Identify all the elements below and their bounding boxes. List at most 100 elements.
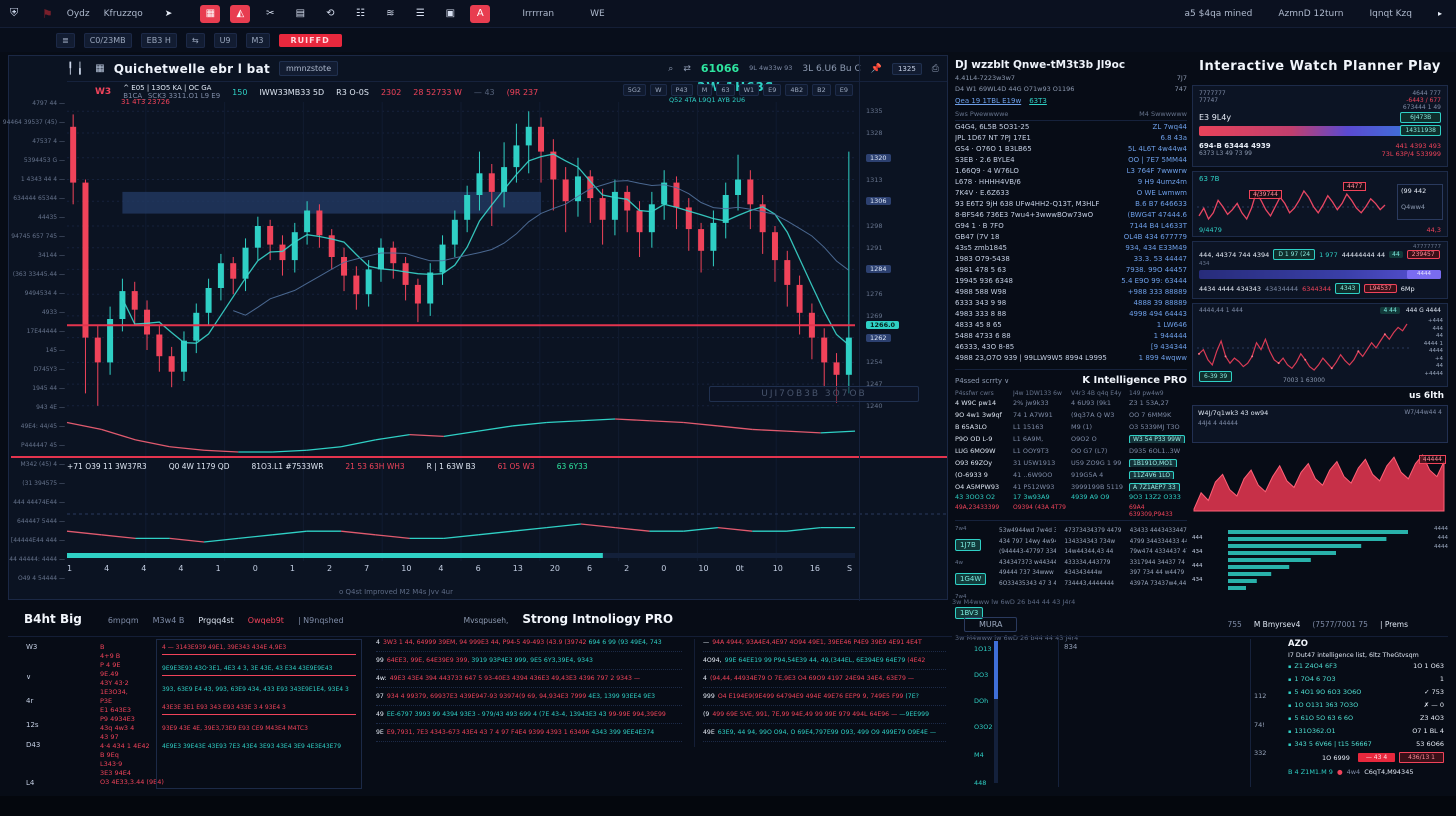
feed-row[interactable]: 9EE9,7931, 7E3 4343-673 43E4 43 7 4 97 F…: [376, 729, 682, 742]
watch-link-1[interactable]: Qea 19 1TBL E19w: [955, 97, 1021, 105]
feed-row[interactable]: 97934 4 99379, 69937E3 439E947-93 93974(…: [376, 693, 682, 706]
toolbar2-button-1[interactable]: ≣: [56, 33, 75, 48]
feed-row[interactable]: 49E63E9, 44 94, 99O O94, O 69E4,797E99 O…: [703, 729, 946, 742]
bottom-feed-box[interactable]: 4 — 3143E939 49E1, 39E343 434E 4,9E39E9E…: [156, 639, 362, 789]
toolbar2-button-2[interactable]: C0/23MB: [84, 33, 132, 48]
intel-row[interactable]: 4 W9C pw142% jw9k334 6U93 (9k1Z3 1 53A,2…: [955, 397, 1187, 409]
watch-row[interactable]: JPL 1D67 NT 7PJ 17E16.8 43a: [955, 132, 1187, 143]
person-icon[interactable]: ☷: [350, 5, 370, 23]
triangle-icon[interactable]: ▸: [1438, 9, 1442, 18]
shield-icon[interactable]: ⛨: [10, 6, 28, 22]
feed-row[interactable]: 999O4 E194E9(9E499 64794E9 494E 49E76 EE…: [703, 693, 946, 706]
chart-up-icon[interactable]: ◭: [230, 5, 250, 23]
feed-row[interactable]: 43W3 1 44, 64999 39EM, 94 999E3 44, P94-…: [376, 639, 682, 652]
timeframe-chip-5[interactable]: 63: [716, 84, 734, 96]
intel-row[interactable]: 9O 4w1 3w9qf74 1 A7W91(9q37A Q W3OO 7 6M…: [955, 409, 1187, 421]
feed-row[interactable]: 9964EE3, 99E, 64E39E9 399, 3919 93P4E3 9…: [376, 657, 682, 670]
card4-chip[interactable]: 4 44: [1380, 307, 1399, 314]
area-chart-badge[interactable]: 44444: [1419, 455, 1446, 464]
section5-info-box[interactable]: W4J/7q1wk3 43 ow94 44J4 4 44444 W7/44w44…: [1192, 405, 1448, 443]
timeframe-chip-4[interactable]: M: [697, 84, 713, 96]
scissors-icon[interactable]: ✂: [260, 5, 280, 23]
toolbar2-button-4[interactable]: ⇆: [186, 33, 205, 48]
live-badge[interactable]: 4w1G4W: [955, 560, 991, 585]
watch-link-2[interactable]: 63T3: [1029, 97, 1047, 105]
watch-row[interactable]: GB47 (7V 18OL4B 434 677779: [955, 231, 1187, 242]
watch-row[interactable]: 4981 478 5 637938. 99O 44457: [955, 264, 1187, 275]
toolbar2-button-3[interactable]: EB3 H: [141, 33, 177, 48]
menu-right-item-2[interactable]: AzmnD 12turn: [1278, 9, 1343, 19]
intel-row[interactable]: LUG 6MO9WL1 OOY9T3OO G7 (L7)D935 6OL1..3…: [955, 445, 1187, 457]
watch-row[interactable]: 1983 O79-543833.3. 53 44447: [955, 253, 1187, 264]
timeframe-chip-8[interactable]: 4B2: [785, 84, 808, 96]
menu-item-2[interactable]: Kfruzzqo: [104, 9, 143, 19]
red-badge-2[interactable]: 436/13 1: [1399, 752, 1444, 763]
alert-a-icon[interactable]: A: [470, 5, 490, 23]
watch-row[interactable]: G4G4, 6L5B 5O31-25ZL 7wq44: [955, 121, 1187, 132]
feed-row[interactable]: 4w:49E3 43E4 394 443733 647 5 93-40E3 43…: [376, 675, 682, 688]
live-badge[interactable]: 7w41J7B: [955, 526, 991, 551]
bottom-tab-2[interactable]: M3w4 B: [153, 616, 185, 625]
intel-list-row[interactable]: 5 61O 5O 63 6 6OZ3 4O3: [1288, 711, 1444, 724]
intel-row[interactable]: B 65A3LOL1 15163M9 (1)O3 5339MJ T3O: [955, 421, 1187, 433]
card3-red-badge[interactable]: 239457: [1407, 250, 1440, 259]
watch-row[interactable]: 4983 333 8 884998 494 64443: [955, 308, 1187, 319]
menu-right-item-1[interactable]: a5 $4qa mined: [1185, 9, 1253, 19]
chart-tag-chip[interactable]: mmnzstote: [279, 61, 338, 76]
watch-row[interactable]: 1.66Q9 · 4 W76LOL3 764F 7wwwrw: [955, 165, 1187, 176]
intel-row[interactable]: O93 69ZOy31 U5W1913U59 ZO9G 1 991B191O,M…: [955, 457, 1187, 469]
watch-row[interactable]: G94 1 · B 7FO7144 B4 L4633T: [955, 220, 1187, 231]
spark-annotation-2[interactable]: 4477: [1343, 182, 1366, 191]
intel-filter[interactable]: P4ssed scrrty ∨: [955, 377, 1009, 385]
card3-chip[interactable]: 44: [1389, 251, 1403, 258]
card3-badge-1[interactable]: D 1 97 (24: [1273, 249, 1315, 260]
card3-badge-2[interactable]: 4343: [1335, 283, 1360, 294]
feed-row[interactable]: 4(94,44, 44934E79 O 7E,9E3 O4 69O9 4197 …: [703, 675, 946, 688]
watch-row[interactable]: 6333 343 9 984888 39 88889: [955, 297, 1187, 308]
watch-row[interactable]: 46333, 43O 8-85[9 434344: [955, 341, 1187, 352]
intel-list-row[interactable]: 131O362.O1O7 1 BL 4: [1288, 724, 1444, 737]
bottom-tab-5[interactable]: | N9nqshed: [298, 616, 344, 625]
gradient-bar[interactable]: [1199, 126, 1405, 136]
watch-row[interactable]: 4833 45 8 651 LW646: [955, 319, 1187, 330]
intel-list-row[interactable]: 1O O131 363 7O3O✗ — 0: [1288, 698, 1444, 711]
vertical-scrollbar[interactable]: [994, 641, 998, 783]
intel-row[interactable]: P9O OD L-9L1 6A9M,O9O2 OW3 54 P33 99W: [955, 433, 1187, 445]
toolbar2-button-5[interactable]: U9: [214, 33, 237, 48]
menu-icon[interactable]: ☰: [410, 5, 430, 23]
bell-icon[interactable]: ⌕: [668, 64, 673, 74]
candlestick-chart[interactable]: [9, 56, 949, 601]
watch-row[interactable]: 7K4V · E.6Z633O WE Lwmwm: [955, 187, 1187, 198]
timeframe-chip-7[interactable]: E9: [763, 84, 781, 96]
right-axis[interactable]: 1335132813201313130612981291128412761269…: [859, 56, 947, 601]
bottom-tab-3[interactable]: Prgqq4st: [198, 616, 233, 625]
grid-icon[interactable]: ▦: [200, 5, 220, 23]
watch-row[interactable]: 19945 936 63485.4 E9O 99: 63444: [955, 275, 1187, 286]
feed-row[interactable]: 49EE-6797 3993 99 4394 93E3 - 979/43 493…: [376, 711, 682, 724]
card1-badge-1[interactable]: 6J473B: [1400, 112, 1441, 123]
card3-red-badge-2[interactable]: L94537: [1364, 284, 1396, 293]
menu-item-4[interactable]: WE: [590, 9, 605, 19]
br-h2[interactable]: M Bmyrsev4: [1254, 620, 1301, 629]
card1-badge-2[interactable]: 14311938: [1400, 125, 1441, 136]
intel-row[interactable]: (O-6933 941 ..6W9OO919G5A 411Z4V6 1LO: [955, 469, 1187, 481]
aura-chip[interactable]: MURA: [964, 617, 1017, 632]
menu-item-3[interactable]: Irrrrran: [522, 9, 554, 19]
watch-row[interactable]: L678 · HHHH4VB/69 H9 4umz4m: [955, 176, 1187, 187]
timeframe-chip-9[interactable]: B2: [812, 84, 831, 96]
timeframe-chip-10[interactable]: E9: [835, 84, 853, 96]
watch-row[interactable]: GS4 · O76O 1 B3LB655L 4L6T 4w44w4: [955, 143, 1187, 154]
intel-list-row[interactable]: 1 7O4 6 7O31: [1288, 672, 1444, 685]
toolbar2-button-6[interactable]: M3: [246, 33, 270, 48]
menu-item-1[interactable]: Oydz: [67, 9, 90, 19]
intel-list-row[interactable]: 5 4O1 9O 6O3 3O6O✓ 753: [1288, 685, 1444, 698]
intel-list-row[interactable]: 343 5 6V66 | t15 5666753 6O66: [1288, 737, 1444, 750]
x-axis[interactable]: 14441012710461320620100t1016S: [67, 564, 857, 578]
watch-row[interactable]: 5488 4733 6 881 944444: [955, 330, 1187, 341]
watch-row[interactable]: 93 E6T2 9jH 638 UFw4HH2-Q13T, M3HLFB.6 B…: [955, 198, 1187, 209]
br-h4[interactable]: | Prems: [1380, 620, 1408, 629]
rows-icon[interactable]: ▤: [290, 5, 310, 23]
timeframe-chip-6[interactable]: W1: [739, 84, 760, 96]
watch-row[interactable]: 8-BFS46 736E3 7wu4+3wwwBOw73wO(BWG4T 474…: [955, 209, 1187, 220]
wave-icon[interactable]: ≋: [380, 5, 400, 23]
